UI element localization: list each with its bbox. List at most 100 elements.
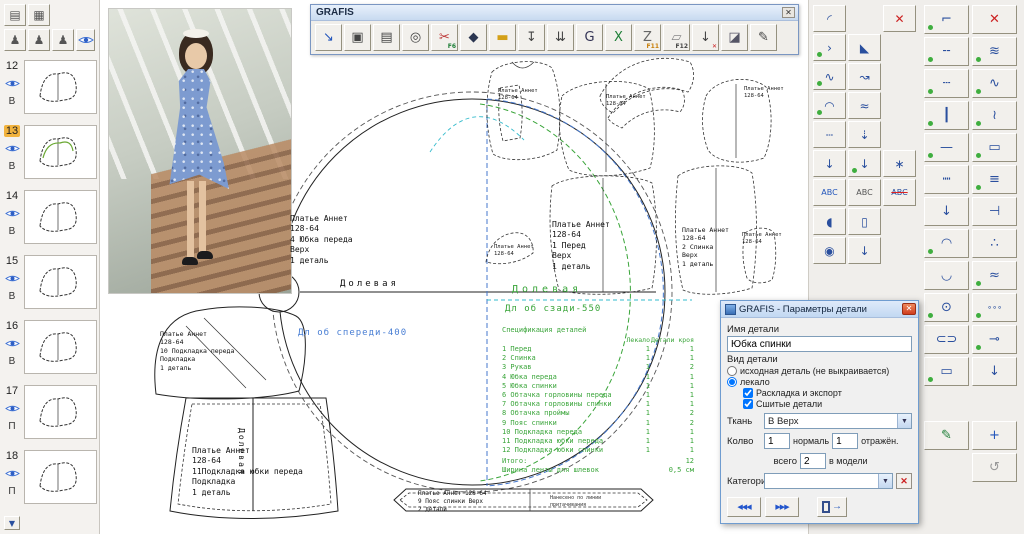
tool-button[interactable]: ↓	[924, 197, 969, 226]
toolbar-button[interactable]: ↧	[518, 24, 545, 51]
tool-button[interactable]: ✕	[883, 5, 916, 32]
pattern-canvas[interactable]: Платье Аннет 128-64 4 Юбка переда Верх 1…	[100, 0, 808, 534]
toolbar-button[interactable]: ⇊	[547, 24, 574, 51]
pattern-thumbnail-row[interactable]: 14 В	[0, 188, 99, 253]
toolbar-button[interactable]: ◪	[721, 24, 748, 51]
visibility-eye-icon[interactable]	[4, 140, 20, 158]
visibility-eye-icon[interactable]	[4, 270, 20, 288]
tool-button[interactable]: ∘∘∘	[972, 293, 1017, 322]
tool-button[interactable]: ✕	[972, 5, 1017, 34]
previous-part-button[interactable]: ◀◀◀	[727, 497, 761, 517]
visibility-all-eye-icon[interactable]	[76, 29, 95, 51]
toolbar-button[interactable]: ✂ F6	[431, 24, 458, 51]
checkbox-layout-export[interactable]	[743, 388, 753, 398]
model-figure-button[interactable]: ♟	[52, 29, 74, 51]
tool-button[interactable]: ∴	[972, 229, 1017, 258]
visibility-eye-icon[interactable]	[4, 465, 20, 483]
sidebar-scroll-down-button[interactable]: ▼	[4, 516, 20, 530]
toolbar-button[interactable]: ▣	[344, 24, 371, 51]
pattern-thumbnail[interactable]	[24, 450, 97, 504]
visibility-eye-icon[interactable]	[4, 75, 20, 93]
quantity-mirrored-input[interactable]	[832, 433, 859, 449]
fabric-select[interactable]: В Верх ▼	[764, 413, 912, 429]
toolbar-button[interactable]: ◆	[460, 24, 487, 51]
tool-button[interactable]: ⇣	[848, 121, 881, 148]
pattern-thumbnail-row[interactable]: 17 П	[0, 383, 99, 448]
toolbar-close-button[interactable]: ✕	[782, 7, 795, 18]
toolbar-button[interactable]: ◎	[402, 24, 429, 51]
model-figure-button[interactable]: ♟	[28, 29, 50, 51]
dialog-close-button[interactable]: ✕	[902, 303, 916, 315]
dialog-titlebar[interactable]: GRAFIS - Параметры детали ✕	[721, 301, 918, 318]
tool-button[interactable]: ABC	[883, 179, 916, 206]
toolbar-button[interactable]: ↘	[315, 24, 342, 51]
view-tool-button[interactable]: ▤	[4, 4, 26, 26]
tool-button[interactable]: ABC	[848, 179, 881, 206]
tool-button[interactable]: ⊂⊃	[924, 325, 969, 354]
tool-button[interactable]: ⌐	[924, 5, 969, 34]
pattern-thumbnail[interactable]	[24, 320, 97, 374]
tool-button[interactable]: +	[972, 421, 1017, 450]
tool-button[interactable]: —	[924, 133, 969, 162]
toolbar-titlebar[interactable]: GRAFIS ✕	[311, 5, 798, 21]
tool-button[interactable]: ◖	[813, 208, 846, 235]
tool-button[interactable]: ┃	[924, 101, 969, 130]
tool-button[interactable]: ↝	[848, 63, 881, 90]
pattern-thumbnail-row[interactable]: 13 В	[0, 123, 99, 188]
tool-button[interactable]: ∿	[813, 63, 846, 90]
toolbar-button[interactable]: Z F11	[634, 24, 661, 51]
pattern-thumbnail-row[interactable]: 16 В	[0, 318, 99, 383]
pattern-thumbnail-row[interactable]: 18 П	[0, 448, 99, 513]
toolbar-button[interactable]: ↓ ✕	[692, 24, 719, 51]
tool-button[interactable]: ◉	[813, 237, 846, 264]
tool-button[interactable]: ✎	[924, 421, 969, 450]
pattern-thumbnail[interactable]	[24, 190, 97, 244]
tool-button[interactable]: ≈	[848, 92, 881, 119]
clear-category-button[interactable]: ✕	[896, 473, 912, 489]
tool-button[interactable]: ◡	[924, 261, 969, 290]
toolbar-button[interactable]: ▤	[373, 24, 400, 51]
pattern-thumbnail[interactable]	[24, 125, 97, 179]
tool-button[interactable]: ≡	[972, 165, 1017, 194]
toolbar-button[interactable]: ▱ F12	[663, 24, 690, 51]
visibility-eye-icon[interactable]	[4, 335, 20, 353]
pattern-thumbnail[interactable]	[24, 385, 97, 439]
total-input[interactable]	[800, 453, 826, 469]
tool-button[interactable]: ▭	[924, 357, 969, 386]
tool-button[interactable]: ▯	[848, 208, 881, 235]
checkbox-sewn-parts[interactable]	[743, 399, 753, 409]
radio-source-part[interactable]	[727, 366, 737, 376]
tool-button[interactable]: ∿	[972, 69, 1017, 98]
model-figure-button[interactable]: ♟	[4, 29, 26, 51]
pattern-thumbnail[interactable]	[24, 60, 97, 114]
toolbar-button[interactable]: G	[576, 24, 603, 51]
tool-button[interactable]: ↓	[848, 237, 881, 264]
radio-pattern-piece[interactable]	[727, 377, 737, 387]
tool-button[interactable]: ↓	[813, 150, 846, 177]
tool-button[interactable]: ◣	[848, 34, 881, 61]
tool-button[interactable]: ▭	[972, 133, 1017, 162]
quantity-normal-input[interactable]	[764, 433, 790, 449]
toolbar-button[interactable]: X	[605, 24, 632, 51]
pattern-thumbnail-row[interactable]: 12 В	[0, 58, 99, 123]
tool-button[interactable]: ⊸	[972, 325, 1017, 354]
exit-dialog-button[interactable]: →	[817, 497, 847, 517]
tool-button[interactable]: ┄	[813, 121, 846, 148]
tool-button[interactable]: ↓	[972, 357, 1017, 386]
pattern-thumbnail[interactable]	[24, 255, 97, 309]
tool-button[interactable]: ◜	[813, 5, 846, 32]
tool-button[interactable]: ∗	[883, 150, 916, 177]
tool-button[interactable]: ◠	[813, 92, 846, 119]
toolbar-button[interactable]: ✎	[750, 24, 777, 51]
tool-button[interactable]: ≋	[972, 37, 1017, 66]
view-tool-button[interactable]: ▦	[28, 4, 50, 26]
tool-button[interactable]: ABC	[813, 179, 846, 206]
tool-button[interactable]: ›	[813, 34, 846, 61]
tool-button[interactable]: ↓	[848, 150, 881, 177]
visibility-eye-icon[interactable]	[4, 205, 20, 223]
pattern-thumbnail-row[interactable]: 15 В	[0, 253, 99, 318]
category-select[interactable]: ▼	[764, 473, 893, 489]
tool-button[interactable]: ┄	[924, 69, 969, 98]
tool-button[interactable]: ┉	[924, 165, 969, 194]
tool-button[interactable]: ╌	[924, 37, 969, 66]
